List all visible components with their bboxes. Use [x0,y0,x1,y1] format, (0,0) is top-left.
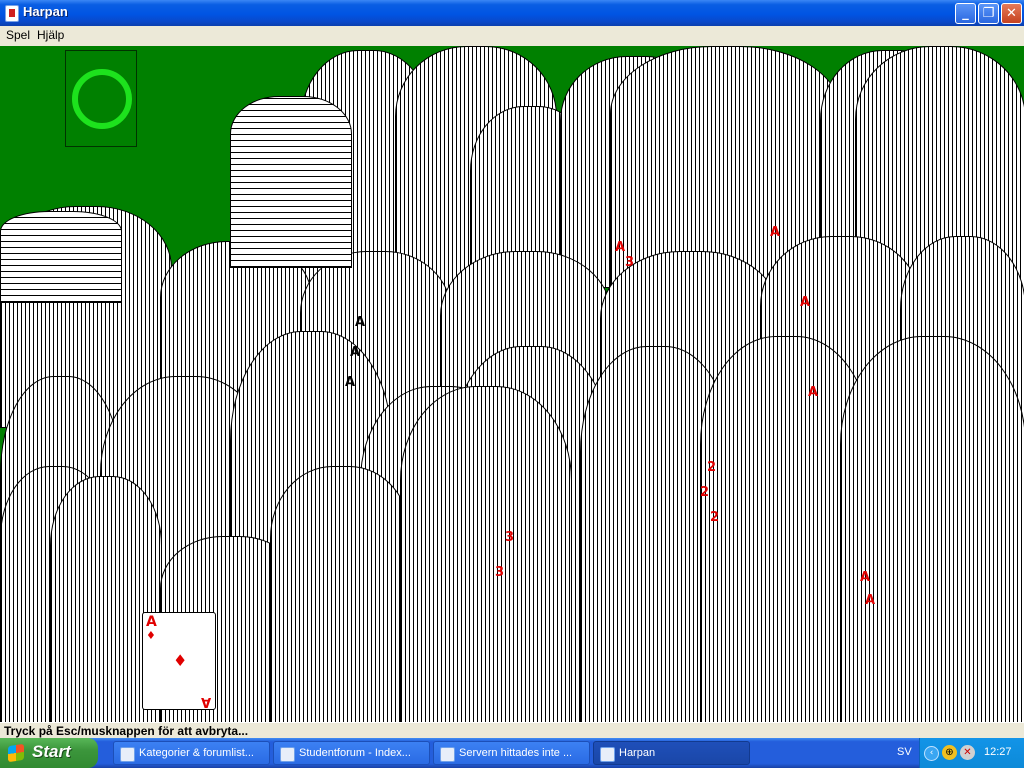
clock[interactable]: 12:27 [984,746,1012,758]
ace-of-diamonds-card: A ♦ ♦ A [142,612,216,710]
status-message: Tryck på Esc/musknappen för att avbryta.… [4,724,249,738]
security-alert-icon[interactable]: ✕ [960,745,975,760]
card-rank-bottom: A [200,694,211,709]
browser-icon [120,747,135,762]
language-indicator[interactable]: SV [897,746,912,758]
network-globe-icon[interactable]: ⊕ [942,745,957,760]
window-title: Harpan [23,4,68,19]
taskbar-item-servern[interactable]: Servern hittades inte ... [433,741,590,765]
redeal-ring-icon[interactable] [72,69,132,129]
browser-icon [440,747,455,762]
menu-bar: Spel Hjälp [0,26,1024,47]
system-tray: ‹ ⊕ ✕ 12:27 [919,738,1024,768]
status-bar: Tryck på Esc/musknappen för att avbryta.… [0,722,1024,739]
browser-icon [280,747,295,762]
show-hidden-icons-chevron-icon[interactable]: ‹ [924,746,939,761]
maximize-button[interactable]: ❐ [978,3,999,24]
menu-hjalp[interactable]: Hjälp [37,28,64,42]
title-bar[interactable]: Harpan _ ❐ ✕ [0,0,1024,26]
diamond-icon: ♦ [173,651,188,670]
taskbar-item-harpan[interactable]: Harpan [593,741,750,765]
start-label: Start [32,742,71,761]
solitaire-icon [600,747,615,762]
game-board[interactable]: A A A A 3 2 2 2 3 3 A A A A A A ♦ ♦ A [0,46,1024,722]
start-button[interactable]: Start [0,738,98,768]
menu-spel[interactable]: Spel [6,28,30,42]
card-rank: A ♦ [146,614,157,642]
stock-pile[interactable] [65,50,137,147]
minimize-button[interactable]: _ [955,3,976,24]
taskbar-item-studentforum[interactable]: Studentforum - Index... [273,741,430,765]
close-button[interactable]: ✕ [1001,3,1022,24]
windows-logo-icon [8,743,24,763]
solitaire-app-icon[interactable] [5,5,19,22]
taskbar-item-kategorier[interactable]: Kategorier & forumlist... [113,741,270,765]
taskbar: Start Kategorier & forumlist... Studentf… [0,738,1024,768]
